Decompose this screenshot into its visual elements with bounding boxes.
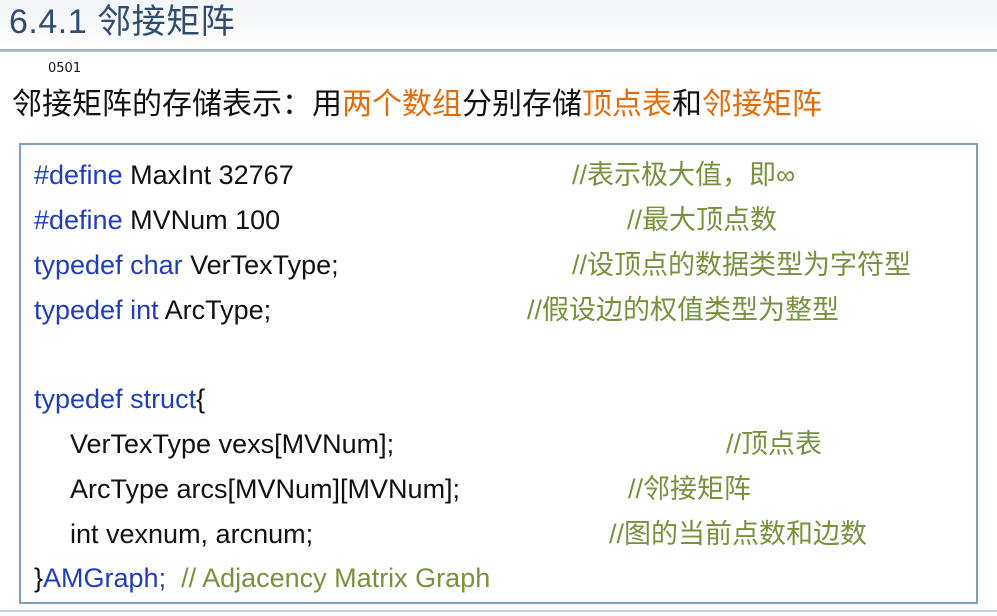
code-line-define-mvnum: #define MVNum 100: [34, 200, 280, 240]
title-underline: [0, 49, 997, 51]
code-spacer: [166, 563, 181, 593]
code-brace: }: [34, 563, 44, 593]
code-text: ArcType arcs[MVNum][MVNum];: [70, 474, 461, 504]
headline-highlight-vertex-table: 顶点表: [582, 88, 672, 121]
code-line-arcs: ArcType arcs[MVNum][MVNum];: [70, 469, 460, 509]
code-text: int vexnum, arcnum;: [70, 519, 314, 549]
code-keyword: typedef char: [34, 250, 183, 280]
code-comment: //假设边的权值类型为整型: [527, 295, 840, 325]
code-keyword: AMGraph;: [43, 563, 167, 593]
code-comment: //邻接矩阵: [628, 474, 752, 504]
code-block: #define MaxInt 32767 //表示极大值，即∞ #define …: [19, 143, 978, 604]
slide-number: 0501: [48, 61, 82, 76]
code-line-typedef-arctype: typedef int ArcType;: [34, 290, 271, 330]
code-comment: //表示极大值，即∞: [572, 160, 796, 190]
code-text: ArcType;: [158, 295, 272, 325]
code-line-vexs: VerTexType vexs[MVNum];: [70, 424, 394, 464]
code-comment: //最大顶点数: [627, 205, 778, 235]
code-text: MVNum 100: [122, 205, 281, 235]
bottom-divider: [0, 610, 997, 612]
code-line-typedef-struct: typedef struct{: [34, 379, 205, 419]
code-text: VerTexType;: [182, 250, 339, 280]
code-keyword: typedef struct: [34, 384, 197, 414]
page-title: 6.4.1 邻接矩阵: [9, 3, 236, 41]
headline-text-3: 和: [672, 88, 702, 121]
code-line-define-maxint: #define MaxInt 32767: [34, 155, 294, 195]
title-bar: 6.4.1 邻接矩阵: [0, 0, 997, 52]
headline-text-1: 邻接矩阵的存储表示：用: [12, 88, 342, 121]
code-comment: //顶点表: [726, 429, 823, 459]
headline: 邻接矩阵的存储表示：用两个数组分别存储顶点表和邻接矩阵: [12, 85, 822, 125]
code-keyword: #define: [34, 160, 123, 190]
headline-text-2: 分别存储: [462, 88, 582, 121]
headline-highlight-arrays: 两个数组: [342, 88, 462, 121]
code-text: {: [196, 384, 206, 414]
code-text: VerTexType vexs[MVNum];: [70, 429, 395, 459]
code-line-typedef-vertextype: typedef char VerTexType;: [34, 245, 339, 285]
code-text: MaxInt 32767: [122, 160, 294, 190]
code-comment: //设顶点的数据类型为字符型: [572, 250, 912, 280]
code-keyword: typedef int: [34, 295, 159, 325]
code-line-vexnum-arcnum: int vexnum, arcnum;: [70, 514, 313, 554]
code-comment: //图的当前点数和边数: [609, 519, 868, 549]
code-comment: // Adjacency Matrix Graph: [181, 563, 491, 593]
headline-highlight-adjacency-matrix: 邻接矩阵: [702, 88, 822, 121]
code-line-amgraph: }AMGraph; // Adjacency Matrix Graph: [34, 558, 490, 598]
code-keyword: #define: [34, 205, 123, 235]
